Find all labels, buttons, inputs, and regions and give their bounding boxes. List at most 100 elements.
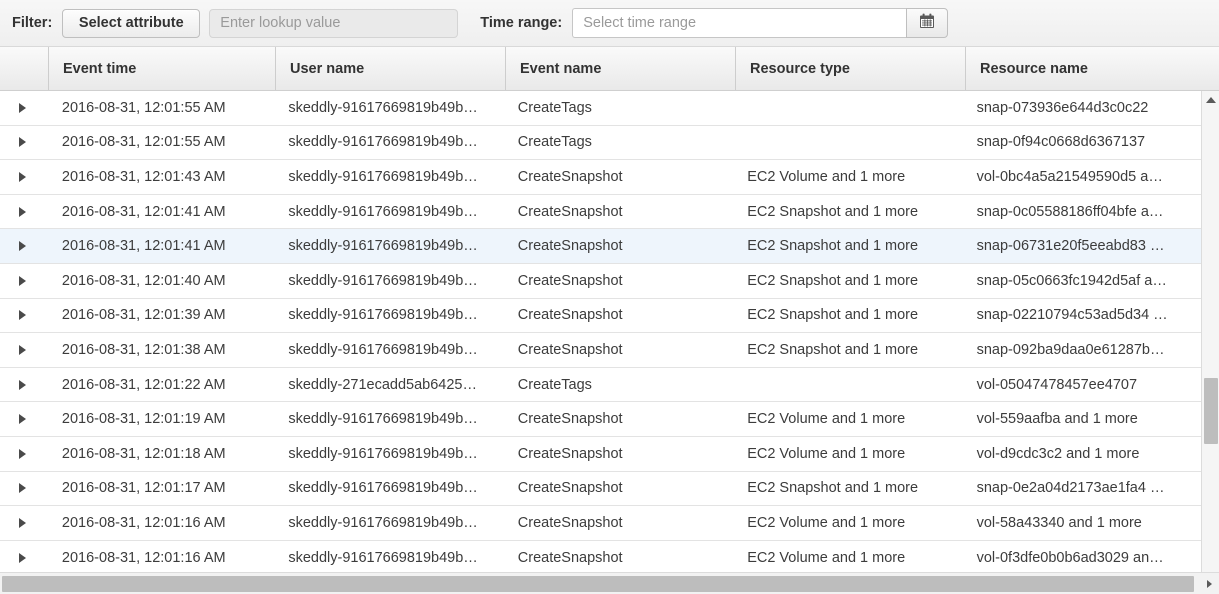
cell-user-name: skeddly-91617669819b49b… xyxy=(274,264,503,298)
chevron-right-icon xyxy=(19,345,26,355)
cell-user-name: skeddly-91617669819b49b… xyxy=(274,437,503,471)
cell-resource-name: snap-02210794c53ad5d34 … xyxy=(963,299,1201,333)
cell-event-name: CreateSnapshot xyxy=(504,264,733,298)
cell-event-time: 2016-08-31, 12:01:16 AM xyxy=(48,541,274,572)
chevron-right-icon xyxy=(19,483,26,493)
cell-event-name: CreateSnapshot xyxy=(504,195,733,229)
chevron-right-icon xyxy=(19,518,26,528)
cell-event-name: CreateSnapshot xyxy=(504,160,733,194)
column-header-event-name[interactable]: Event name xyxy=(505,47,735,90)
cell-resource-name: vol-d9cdc3c2 and 1 more xyxy=(963,437,1201,471)
cell-resource-name: snap-0e2a04d2173ae1fa4 … xyxy=(963,472,1201,506)
row-expand-toggle[interactable] xyxy=(0,299,48,333)
table-row[interactable]: 2016-08-31, 12:01:38 AMskeddly-916176698… xyxy=(0,333,1201,368)
row-expand-toggle[interactable] xyxy=(0,333,48,367)
table-row[interactable]: 2016-08-31, 12:01:55 AMskeddly-916176698… xyxy=(0,126,1201,161)
cell-resource-type: EC2 Snapshot and 1 more xyxy=(733,299,962,333)
cell-user-name: skeddly-91617669819b49b… xyxy=(274,402,503,436)
event-table-body[interactable]: 2016-08-31, 12:01:55 AMskeddly-916176698… xyxy=(0,91,1201,572)
cell-resource-name: vol-0bc4a5a21549590d5 a… xyxy=(963,160,1201,194)
table-row[interactable]: 2016-08-31, 12:01:22 AMskeddly-271ecadd5… xyxy=(0,368,1201,403)
scroll-right-button[interactable] xyxy=(1200,575,1218,593)
cell-user-name: skeddly-91617669819b49b… xyxy=(274,333,503,367)
table-row[interactable]: 2016-08-31, 12:01:41 AMskeddly-916176698… xyxy=(0,195,1201,230)
table-row[interactable]: 2016-08-31, 12:01:16 AMskeddly-916176698… xyxy=(0,541,1201,572)
calendar-button[interactable] xyxy=(906,8,948,38)
row-expand-toggle[interactable] xyxy=(0,160,48,194)
row-expand-toggle[interactable] xyxy=(0,91,48,125)
cell-event-name: CreateSnapshot xyxy=(504,541,733,572)
chevron-right-icon xyxy=(19,553,26,563)
row-expand-toggle[interactable] xyxy=(0,402,48,436)
row-expand-toggle[interactable] xyxy=(0,229,48,263)
table-row[interactable]: 2016-08-31, 12:01:17 AMskeddly-916176698… xyxy=(0,472,1201,507)
chevron-right-icon xyxy=(19,137,26,147)
cell-event-name: CreateSnapshot xyxy=(504,402,733,436)
vertical-scrollbar-thumb[interactable] xyxy=(1204,378,1218,444)
table-row[interactable]: 2016-08-31, 12:01:39 AMskeddly-916176698… xyxy=(0,299,1201,334)
vertical-scrollbar[interactable] xyxy=(1201,91,1219,572)
cell-resource-type: EC2 Snapshot and 1 more xyxy=(733,333,962,367)
cell-resource-type xyxy=(733,126,962,160)
row-expand-toggle[interactable] xyxy=(0,506,48,540)
scrollbar-corner xyxy=(1201,551,1219,572)
table-header-row: Event time User name Event name Resource… xyxy=(0,47,1219,91)
cell-event-name: CreateTags xyxy=(504,368,733,402)
horizontal-scrollbar-thumb[interactable] xyxy=(2,576,1194,592)
column-header-resource-name[interactable]: Resource name xyxy=(965,47,1204,90)
column-header-user-name[interactable]: User name xyxy=(275,47,505,90)
table-row[interactable]: 2016-08-31, 12:01:41 AMskeddly-916176698… xyxy=(0,229,1201,264)
column-header-resource-type[interactable]: Resource type xyxy=(735,47,965,90)
cell-user-name: skeddly-91617669819b49b… xyxy=(274,195,503,229)
cell-event-time: 2016-08-31, 12:01:19 AM xyxy=(48,402,274,436)
cell-user-name: skeddly-271ecadd5ab6425… xyxy=(274,368,503,402)
select-attribute-button[interactable]: Select attribute xyxy=(62,9,200,38)
row-expand-toggle[interactable] xyxy=(0,195,48,229)
row-expand-toggle[interactable] xyxy=(0,437,48,471)
cell-event-time: 2016-08-31, 12:01:18 AM xyxy=(48,437,274,471)
row-expand-toggle[interactable] xyxy=(0,541,48,572)
cell-resource-name: snap-0c05588186ff04bfe a… xyxy=(963,195,1201,229)
scroll-up-button[interactable] xyxy=(1202,91,1219,108)
row-expand-toggle[interactable] xyxy=(0,368,48,402)
table-row[interactable]: 2016-08-31, 12:01:55 AMskeddly-916176698… xyxy=(0,91,1201,126)
chevron-right-icon xyxy=(19,276,26,286)
time-range-input[interactable] xyxy=(572,8,906,38)
cell-resource-name: snap-05c0663fc1942d5af a… xyxy=(963,264,1201,298)
calendar-icon xyxy=(918,12,936,35)
cell-resource-name: vol-05047478457ee4707 xyxy=(963,368,1201,402)
cell-resource-type: EC2 Volume and 1 more xyxy=(733,506,962,540)
table-row[interactable]: 2016-08-31, 12:01:16 AMskeddly-916176698… xyxy=(0,506,1201,541)
cell-resource-name: vol-559aafba and 1 more xyxy=(963,402,1201,436)
table-row[interactable]: 2016-08-31, 12:01:43 AMskeddly-916176698… xyxy=(0,160,1201,195)
lookup-value-input[interactable] xyxy=(209,9,458,38)
cell-event-time: 2016-08-31, 12:01:38 AM xyxy=(48,333,274,367)
row-expand-toggle[interactable] xyxy=(0,126,48,160)
cell-resource-type: EC2 Volume and 1 more xyxy=(733,541,962,572)
cell-event-time: 2016-08-31, 12:01:41 AM xyxy=(48,195,274,229)
column-header-expand xyxy=(0,47,48,90)
time-range-label: Time range: xyxy=(480,15,562,31)
cell-resource-type: EC2 Snapshot and 1 more xyxy=(733,264,962,298)
cell-event-name: CreateSnapshot xyxy=(504,299,733,333)
cell-resource-type: EC2 Volume and 1 more xyxy=(733,437,962,471)
cell-resource-type: EC2 Snapshot and 1 more xyxy=(733,195,962,229)
cell-event-time: 2016-08-31, 12:01:16 AM xyxy=(48,506,274,540)
cell-resource-name: snap-073936e644d3c0c22 xyxy=(963,91,1201,125)
cell-event-time: 2016-08-31, 12:01:40 AM xyxy=(48,264,274,298)
table-row[interactable]: 2016-08-31, 12:01:19 AMskeddly-916176698… xyxy=(0,402,1201,437)
chevron-up-icon xyxy=(1206,97,1216,103)
cell-event-name: CreateSnapshot xyxy=(504,506,733,540)
table-row[interactable]: 2016-08-31, 12:01:40 AMskeddly-916176698… xyxy=(0,264,1201,299)
cell-resource-type xyxy=(733,91,962,125)
chevron-right-icon xyxy=(19,241,26,251)
table-row[interactable]: 2016-08-31, 12:01:18 AMskeddly-916176698… xyxy=(0,437,1201,472)
horizontal-scrollbar[interactable] xyxy=(0,572,1219,594)
row-expand-toggle[interactable] xyxy=(0,264,48,298)
cell-resource-name: snap-06731e20f5eeabd83 … xyxy=(963,229,1201,263)
row-expand-toggle[interactable] xyxy=(0,472,48,506)
column-header-event-time[interactable]: Event time xyxy=(48,47,275,90)
cell-resource-type: EC2 Volume and 1 more xyxy=(733,402,962,436)
cell-resource-type xyxy=(733,368,962,402)
cell-resource-name: snap-0f94c0668d6367137 xyxy=(963,126,1201,160)
